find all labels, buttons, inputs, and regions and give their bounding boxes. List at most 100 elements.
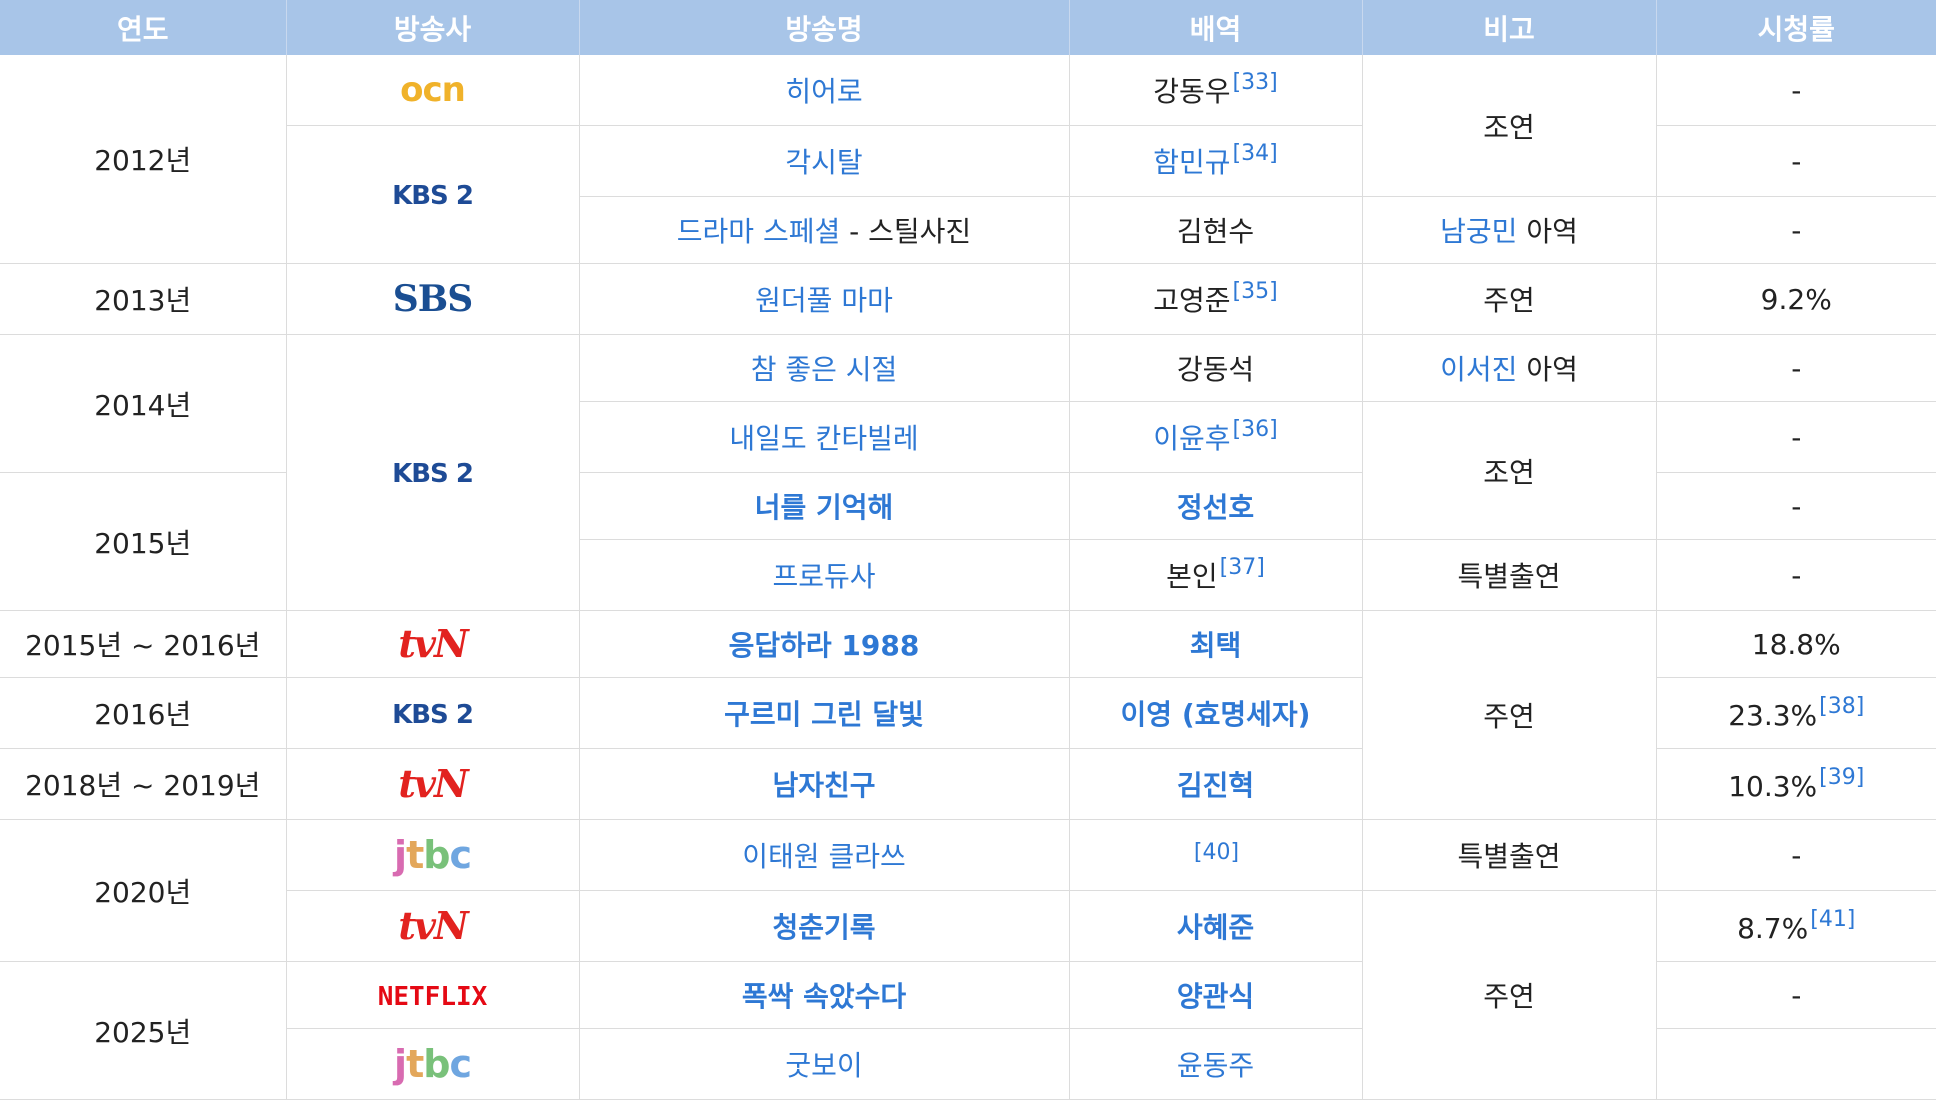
title-cell: 드라마 스페셜 - 스틸사진: [579, 196, 1070, 264]
header-note: 비고: [1362, 0, 1657, 55]
ref-link[interactable]: [37]: [1220, 555, 1265, 580]
ref-link[interactable]: [41]: [1810, 907, 1855, 932]
kbs2-logo: KBS 2: [392, 699, 474, 730]
header-year: 연도: [0, 0, 287, 55]
note-cell: 주연: [1362, 610, 1657, 820]
role-link[interactable]: 함민규: [1153, 146, 1230, 179]
ref-link[interactable]: [36]: [1233, 417, 1278, 442]
year-cell: 2015년: [0, 472, 287, 611]
ref-link[interactable]: [39]: [1819, 765, 1864, 790]
title-link[interactable]: 드라마 스페셜: [677, 215, 840, 248]
role-link[interactable]: 이영 (효명세자): [1121, 698, 1311, 731]
ref-link[interactable]: [34]: [1233, 141, 1278, 166]
note-cell: 특별출연: [1362, 819, 1657, 891]
actor-link[interactable]: 이서진: [1440, 353, 1517, 386]
role-cell: 본인[37]: [1069, 539, 1363, 611]
note-text: 아역: [1526, 215, 1578, 248]
table-row: 2012년 OCN 히어로 강동우[33] 조연 -: [0, 55, 1936, 264]
year-cell: 2025년: [0, 961, 287, 1100]
title-link[interactable]: 이태원 클라쓰: [742, 840, 905, 873]
title-link[interactable]: 폭싹 속았수다: [742, 980, 906, 1013]
rating-cell: 23.3%[38]: [1656, 677, 1936, 749]
role-text: 고영준: [1153, 284, 1231, 317]
title-link[interactable]: 프로듀사: [772, 560, 875, 593]
note-cell: 주연: [1362, 263, 1657, 335]
rating-cell: [1656, 1028, 1936, 1100]
header-title: 방송명: [579, 0, 1070, 55]
ref-link[interactable]: [33]: [1233, 70, 1278, 95]
table-row: 2015년 ~ 2016년 tvN 응답하라 1988 최택 주연 18.8%: [0, 610, 1936, 820]
rating-cell: -: [1656, 125, 1936, 197]
rating-cell: -: [1656, 819, 1936, 891]
broadcaster-cell: KBS 2: [286, 677, 580, 749]
filmography-table: 연도 방송사 방송명 배역 비고 시청률 2012년 OCN 히어로 강동우[3…: [0, 0, 1936, 1100]
year-cell: 2013년: [0, 263, 287, 335]
broadcaster-cell: tvN: [286, 748, 580, 820]
note-cell: 남궁민 아역: [1362, 196, 1657, 264]
title-cell: 너를 기억해: [579, 472, 1070, 540]
ref-link[interactable]: [35]: [1233, 279, 1278, 304]
title-cell: 프로듀사: [579, 539, 1070, 611]
table-row: 2020년 JTBC 이태원 클라쓰 [40] 특별출연 -: [0, 819, 1936, 962]
title-cell: 굿보이: [579, 1028, 1070, 1100]
role-link[interactable]: 양관식: [1177, 980, 1254, 1013]
title-link[interactable]: 히어로: [785, 75, 862, 108]
year-cell: 2018년 ~ 2019년: [0, 748, 287, 820]
role-text: 강동우: [1153, 75, 1231, 108]
actor-link[interactable]: 남궁민: [1440, 215, 1517, 248]
role-cell: 최택: [1069, 610, 1363, 678]
note-cell: 주연: [1362, 890, 1657, 1100]
role-cell: 강동우[33]: [1069, 55, 1363, 126]
title-link[interactable]: 각시탈: [785, 146, 862, 179]
role-link[interactable]: 최택: [1190, 629, 1242, 662]
title-link[interactable]: 굿보이: [785, 1049, 862, 1082]
year-cell: 2020년: [0, 819, 287, 962]
ocn-logo: OCN: [400, 69, 466, 110]
rating-text: 8.7%: [1737, 912, 1809, 945]
title-link[interactable]: 남자친구: [772, 769, 875, 802]
title-link[interactable]: 원더풀 마마: [755, 284, 893, 317]
role-cell: [40]: [1069, 819, 1363, 891]
tvn-logo: tvN: [398, 760, 468, 806]
broadcaster-cell: tvN: [286, 890, 580, 962]
ref-link[interactable]: [38]: [1819, 694, 1864, 719]
rating-cell: -: [1656, 961, 1936, 1029]
jtbc-logo: JTBC: [394, 832, 472, 877]
note-cell: 조연: [1362, 401, 1657, 540]
rating-cell: -: [1656, 539, 1936, 611]
role-link[interactable]: 윤동주: [1177, 1049, 1254, 1082]
title-cell: 각시탈: [579, 125, 1070, 197]
rating-cell: 9.2%: [1656, 263, 1936, 335]
broadcaster-cell: KBS 2: [286, 125, 580, 264]
broadcaster-cell: SBS: [286, 263, 580, 335]
broadcaster-cell: JTBC: [286, 819, 580, 891]
role-cell: 함민규[34]: [1069, 125, 1363, 197]
ref-link[interactable]: [40]: [1194, 840, 1239, 865]
note-cell: 조연: [1362, 55, 1657, 197]
year-cell: 2014년: [0, 334, 287, 473]
title-link[interactable]: 청춘기록: [772, 911, 875, 944]
table-row: 2013년 SBS 원더풀 마마 고영준[35] 주연 9.2%: [0, 263, 1936, 335]
role-link[interactable]: 정선호: [1177, 491, 1254, 524]
jtbc-logo: JTBC: [394, 1041, 472, 1086]
role-cell: 이영 (효명세자): [1069, 677, 1363, 749]
role-link[interactable]: 사혜준: [1177, 911, 1254, 944]
broadcaster-cell: NETFLIX: [286, 961, 580, 1029]
note-cell: 이서진 아역: [1362, 334, 1657, 402]
title-cell: 히어로: [579, 55, 1070, 126]
title-link[interactable]: 참 좋은 시절: [751, 353, 898, 386]
role-link[interactable]: 이윤후: [1153, 422, 1230, 455]
kbs2-logo: KBS 2: [392, 459, 474, 489]
role-cell: 강동석: [1069, 334, 1363, 402]
role-cell: 이윤후[36]: [1069, 401, 1363, 473]
title-link[interactable]: 내일도 칸타빌레: [729, 422, 918, 455]
table-row: 2014년 KBS 2 참 좋은 시절 강동석 이서진 아역 -: [0, 334, 1936, 611]
title-link[interactable]: 응답하라 1988: [729, 629, 920, 662]
role-link[interactable]: 김진혁: [1177, 769, 1254, 802]
sbs-logo: SBS: [392, 277, 473, 320]
title-cell: 내일도 칸타빌레: [579, 401, 1070, 473]
title-link[interactable]: 구르미 그린 달빛: [724, 698, 924, 731]
header-row: 연도 방송사 방송명 배역 비고 시청률: [0, 0, 1936, 55]
rating-cell: 18.8%: [1656, 610, 1936, 678]
title-link[interactable]: 너를 기억해: [755, 491, 894, 524]
